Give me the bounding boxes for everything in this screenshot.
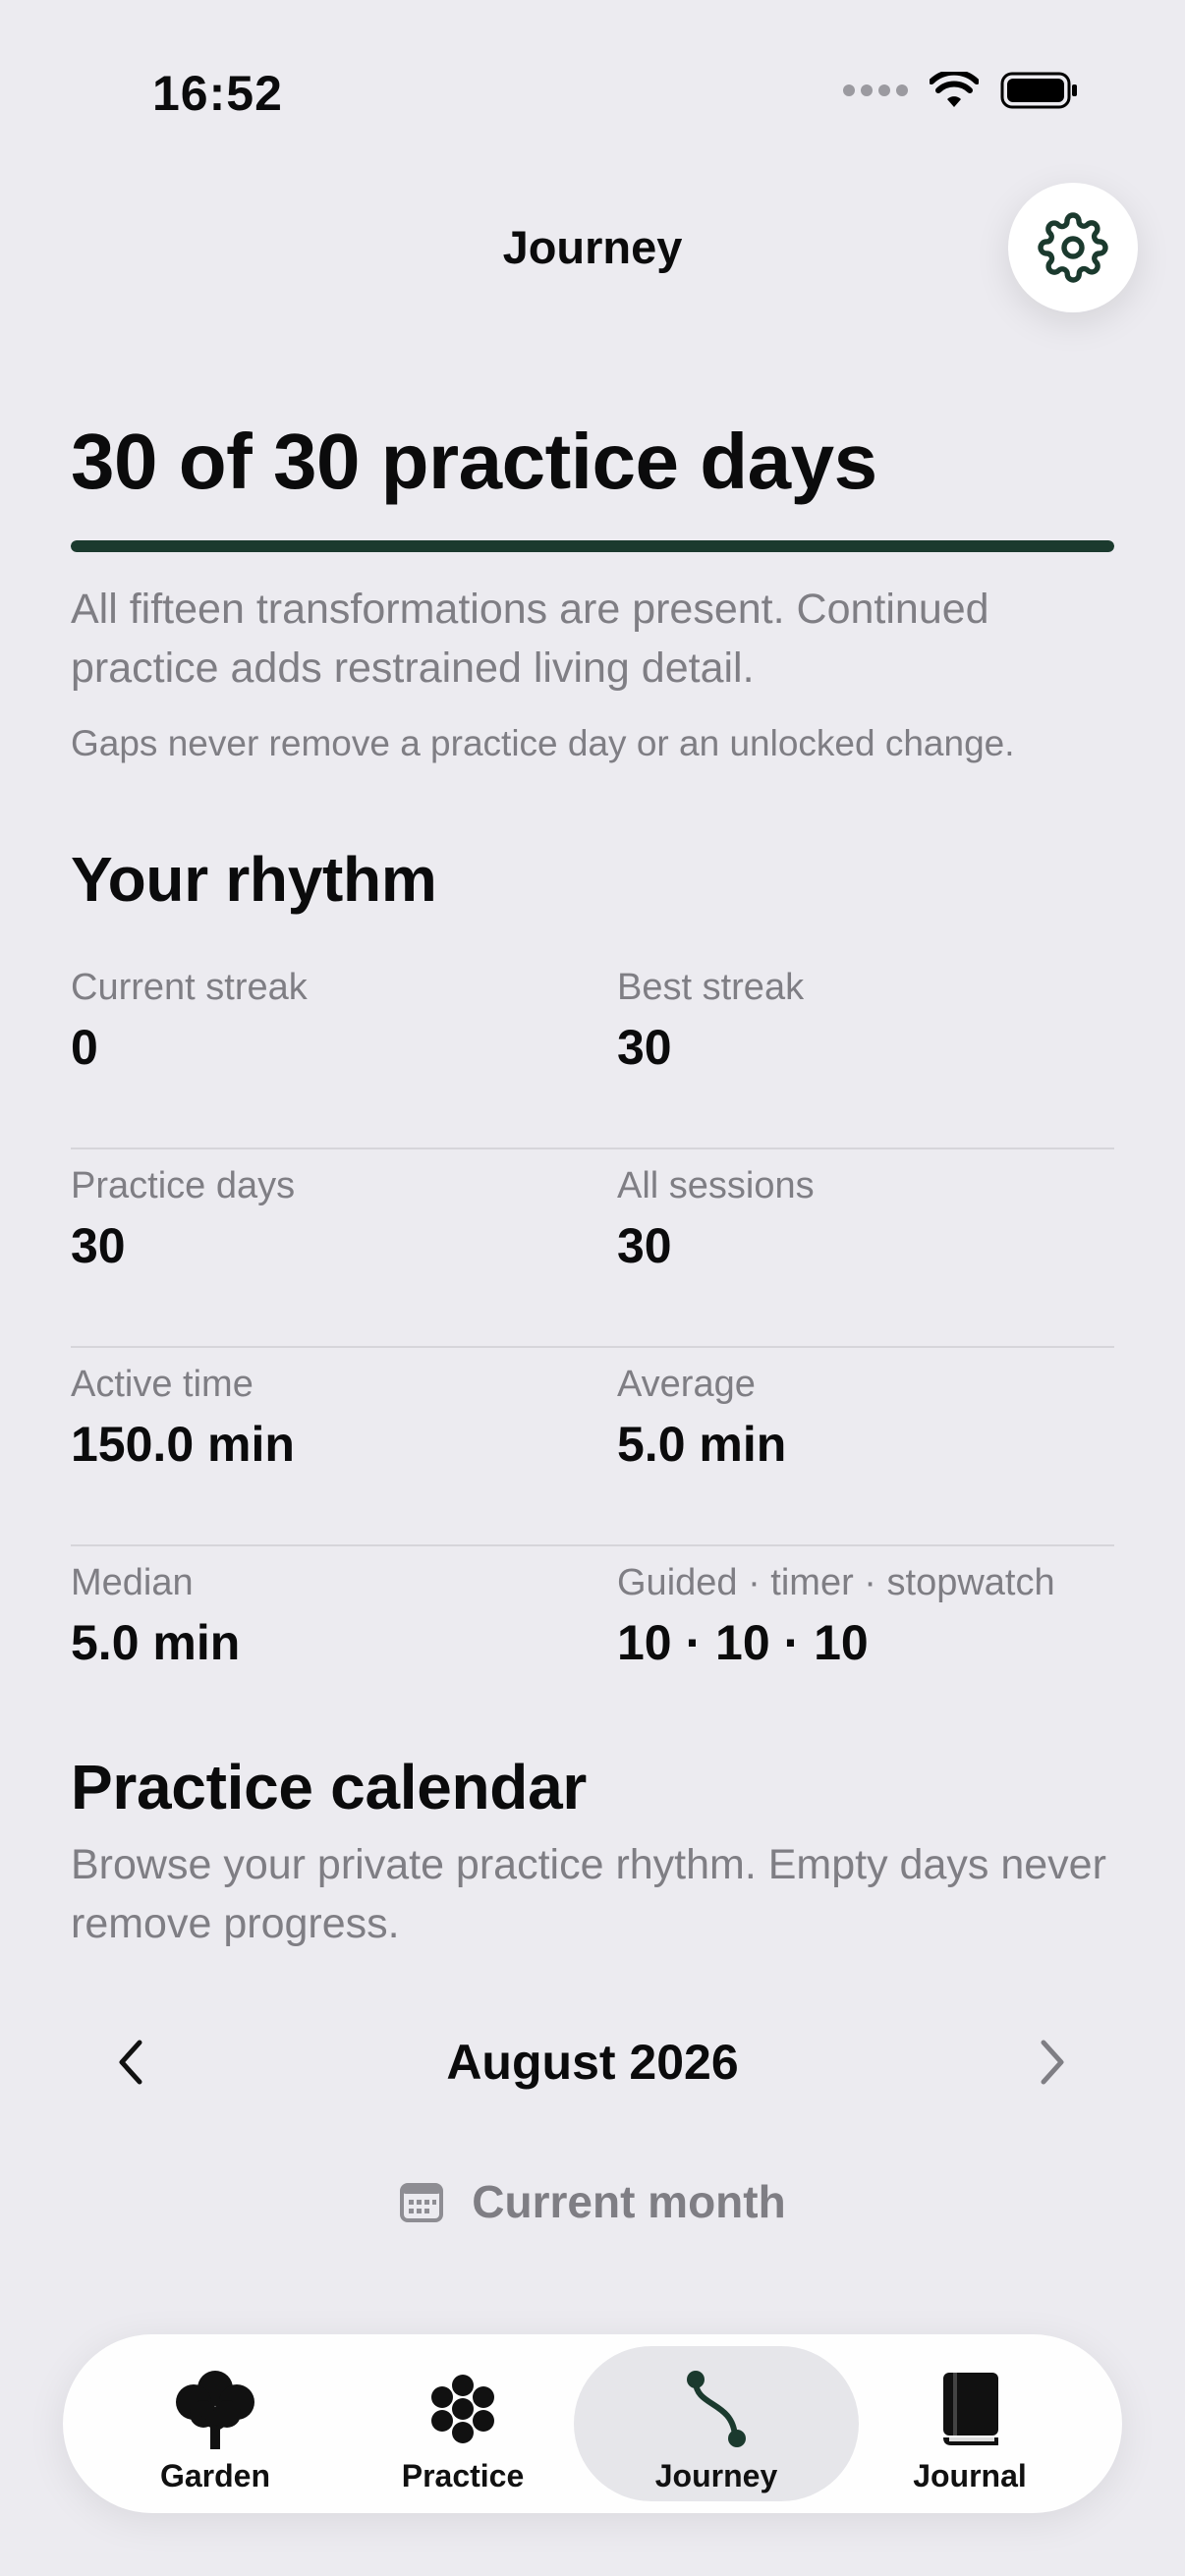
status-time: 16:52 — [152, 66, 283, 121]
gear-icon — [1038, 212, 1108, 283]
battery-icon — [1000, 72, 1077, 109]
stat-session-types: Guided · timer · stopwatch 10 · 10 · 10 — [617, 1562, 1055, 1671]
stat-active-time: Active time 150.0 min — [71, 1364, 295, 1473]
tab-label: Journey — [654, 2458, 778, 2493]
stat-label: All sessions — [617, 1165, 815, 1206]
rhythm-stats: Current streak 0 Best streak 30 Practice… — [71, 951, 1114, 1745]
stat-value: 0 — [71, 1020, 98, 1075]
stat-label: Active time — [71, 1364, 254, 1405]
stat-value: 150.0 min — [71, 1417, 295, 1472]
tab-garden[interactable]: Garden — [73, 2346, 358, 2501]
calendar-section-title: Practice calendar — [71, 1752, 587, 1822]
practice-progress-fill — [71, 540, 1114, 552]
stat-value: 30 — [617, 1020, 672, 1075]
tab-journey[interactable]: Journey — [574, 2346, 859, 2501]
practice-days-title: 30 of 30 practice days — [71, 418, 877, 505]
stat-value: 30 — [71, 1218, 126, 1273]
stat-all-sessions: All sessions 30 — [617, 1165, 815, 1274]
tab-label: Practice — [401, 2458, 525, 2493]
stat-label: Best streak — [617, 967, 805, 1008]
current-month-button[interactable]: Current month — [0, 2175, 1185, 2228]
stat-row: Current streak 0 Best streak 30 — [71, 951, 1114, 1149]
stat-value: 10 · 10 · 10 — [617, 1615, 869, 1670]
current-month-label: Current month — [472, 2176, 786, 2227]
tab-journal[interactable]: Journal — [827, 2346, 1112, 2501]
cellular-signal-icon — [843, 84, 908, 96]
stat-row: Median 5.0 min Guided · timer · stopwatc… — [71, 1546, 1114, 1745]
month-label: August 2026 — [446, 2035, 739, 2090]
stat-label: Practice days — [71, 1165, 296, 1206]
stat-label: Average — [617, 1364, 756, 1405]
journey-screen: 16:52 Journey 30 of 30 practice days All… — [0, 0, 1185, 2576]
tree-icon — [176, 2371, 254, 2449]
status-icons — [843, 71, 1079, 110]
stat-label: Median — [71, 1562, 194, 1603]
wifi-icon — [930, 72, 979, 107]
tab-bar: Garden Practice Journey Journal — [63, 2334, 1122, 2513]
tab-label: Journal — [913, 2458, 1027, 2493]
calendar-icon — [400, 2183, 444, 2222]
flower-icon — [431, 2375, 494, 2443]
stat-value: 5.0 min — [71, 1615, 241, 1670]
practice-progress-bar — [71, 540, 1114, 552]
stat-average: Average 5.0 min — [617, 1364, 786, 1473]
transformations-description: All fifteen transformations are present.… — [71, 586, 989, 692]
stat-label: Guided · timer · stopwatch — [617, 1562, 1055, 1603]
stat-value: 30 — [617, 1218, 672, 1273]
tab-label: Garden — [159, 2458, 271, 2493]
stat-current-streak: Current streak 0 — [71, 967, 308, 1076]
settings-button[interactable] — [1008, 183, 1138, 312]
stat-value: 5.0 min — [617, 1417, 787, 1472]
stat-row: Practice days 30 All sessions 30 — [71, 1149, 1114, 1348]
book-icon — [943, 2373, 998, 2445]
chevron-right-icon[interactable] — [1032, 2038, 1071, 2087]
path-icon — [687, 2371, 746, 2447]
stat-label: Current streak — [71, 967, 308, 1008]
month-navigator: August 2026 — [0, 2026, 1185, 2095]
stat-median: Median 5.0 min — [71, 1562, 240, 1671]
stat-best-streak: Best streak 30 — [617, 967, 804, 1076]
stat-practice-days: Practice days 30 — [71, 1165, 295, 1274]
calendar-description: Browse your private practice rhythm. Emp… — [71, 1841, 1106, 1947]
tab-practice[interactable]: Practice — [320, 2346, 605, 2501]
stat-row: Active time 150.0 min Average 5.0 min — [71, 1348, 1114, 1546]
rhythm-section-title: Your rhythm — [71, 844, 437, 915]
gaps-note: Gaps never remove a practice day or an u… — [71, 723, 1015, 763]
